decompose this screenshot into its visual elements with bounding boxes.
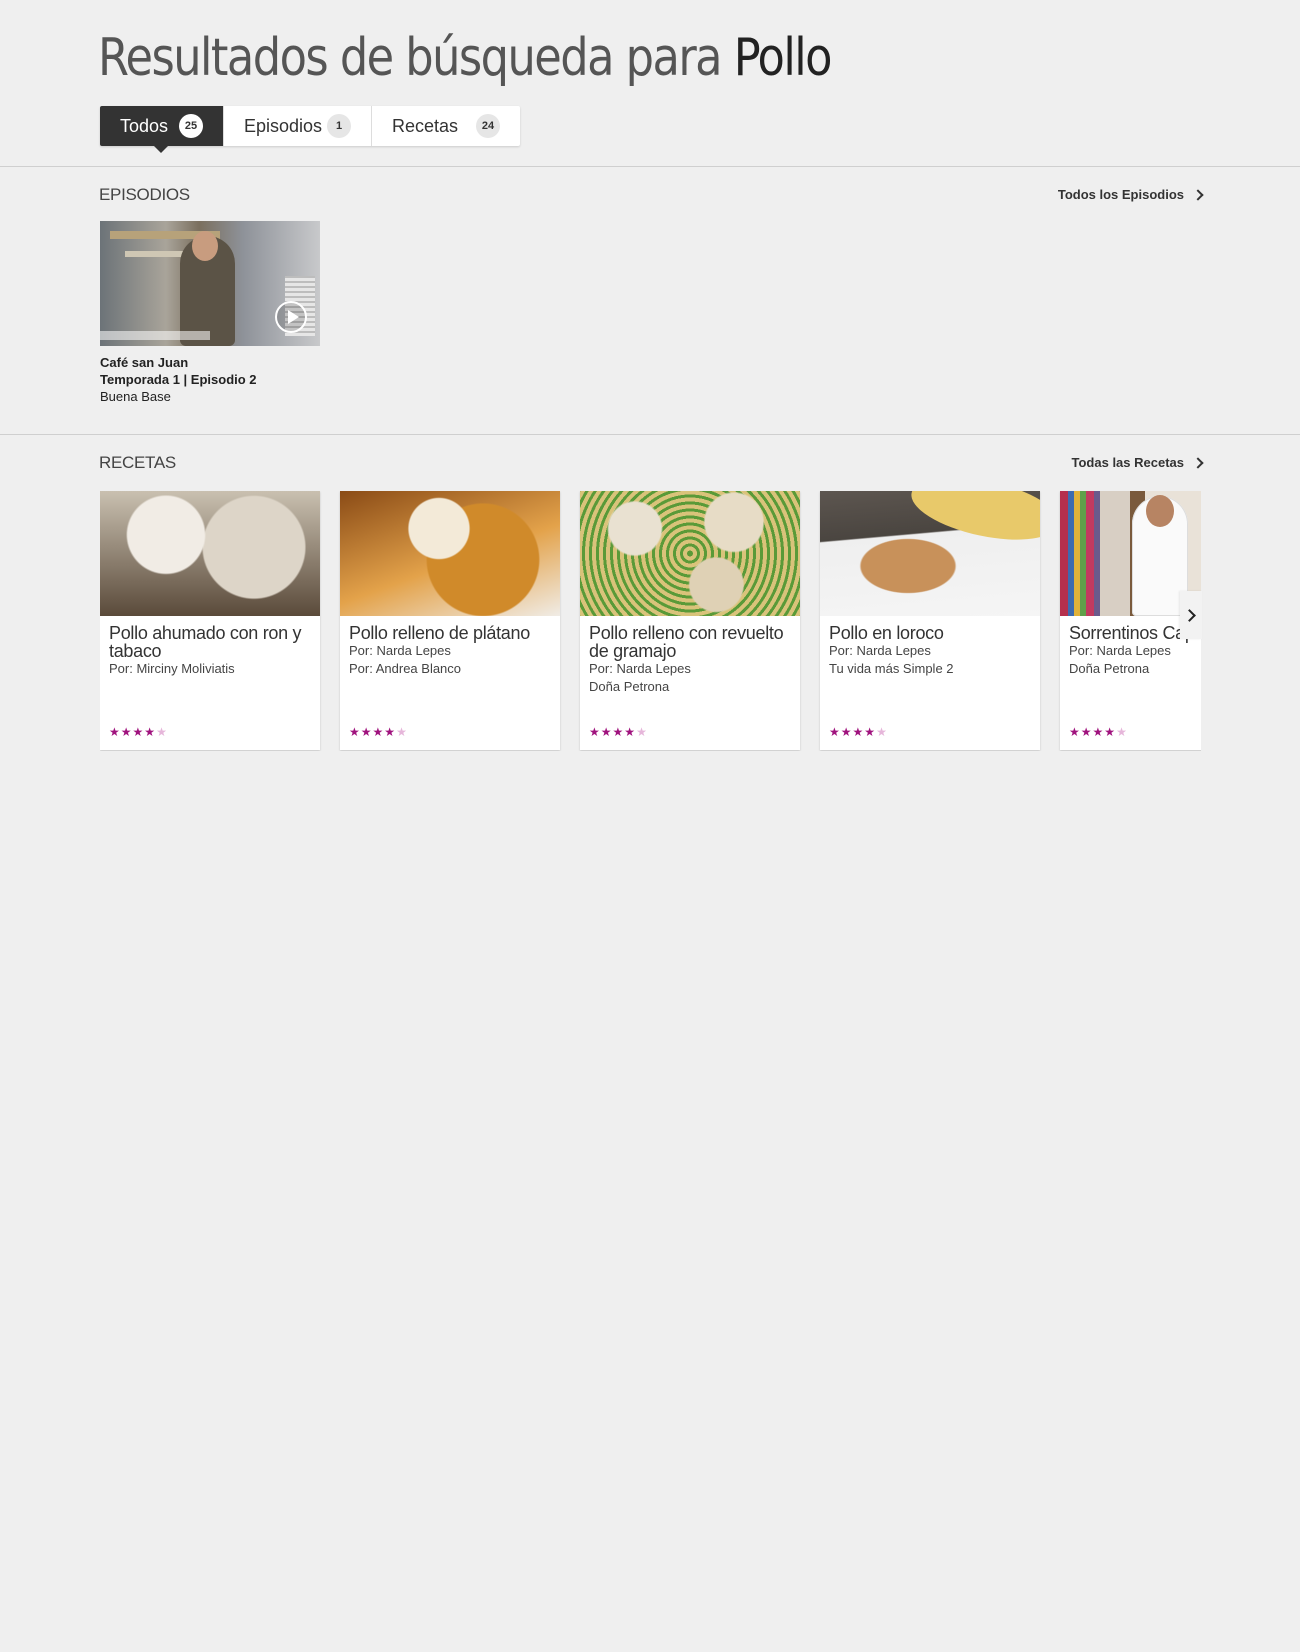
recipe-card[interactable]: Pollo ahumado con ron y tabaco Por: Mirc… — [100, 491, 320, 750]
star-rating: ★ ★ ★ ★ ★ — [1069, 726, 1127, 738]
recipe-author: Por: Narda Lepes — [349, 643, 451, 658]
recipe-author: Por: Narda Lepes — [829, 643, 931, 658]
star-icon: ★ — [372, 725, 384, 739]
star-icon: ★ — [636, 725, 647, 739]
section-divider — [0, 434, 1300, 435]
episode-subtitle: Temporada 1 | Episodio 2 — [100, 372, 257, 387]
header-divider — [0, 166, 1300, 167]
all-episodes-label: Todos los Episodios — [1057, 187, 1184, 202]
star-icon: ★ — [829, 725, 840, 739]
star-icon: ★ — [876, 725, 887, 739]
star-icon: ★ — [1069, 725, 1080, 739]
star-rating: ★ ★ ★ ★ ★ — [589, 726, 647, 738]
recipe-title: Pollo en loroco — [829, 623, 944, 643]
tab-episodios[interactable]: Episodios 1 — [224, 106, 372, 146]
page-title-prefix: Resultados de búsqueda para — [98, 28, 734, 88]
episode-thumbnail — [100, 221, 320, 346]
carousel-next-button[interactable] — [1180, 591, 1202, 639]
all-recipes-label: Todas las Recetas — [1071, 455, 1184, 470]
star-rating: ★ ★ ★ ★ ★ — [349, 726, 407, 738]
chevron-right-icon — [1182, 608, 1196, 622]
recipe-author: Por: Mirciny Moliviatis — [109, 661, 235, 676]
star-icon: ★ — [1092, 725, 1104, 739]
recipe-show: Por: Andrea Blanco — [349, 661, 462, 676]
play-icon[interactable] — [275, 301, 307, 333]
star-icon: ★ — [120, 725, 132, 739]
star-rating: ★ ★ ★ ★ ★ — [109, 726, 167, 738]
star-icon: ★ — [384, 725, 396, 739]
episodes-section-title: EPISODIOS — [99, 185, 190, 204]
star-icon: ★ — [600, 725, 612, 739]
star-icon: ★ — [109, 725, 120, 739]
star-icon: ★ — [132, 725, 144, 739]
episode-card[interactable]: Café san Juan Temporada 1 | Episodio 2 B… — [100, 221, 320, 405]
all-episodes-link[interactable]: Todos los Episodios — [1057, 187, 1204, 202]
recipe-show: Doña Petrona — [1069, 661, 1150, 676]
recipe-show: Doña Petrona — [589, 679, 670, 694]
star-icon: ★ — [360, 725, 372, 739]
star-icon: ★ — [156, 725, 167, 739]
chevron-right-icon — [1192, 456, 1204, 469]
star-icon: ★ — [1104, 725, 1116, 739]
recipe-author: Por: Narda Lepes — [589, 661, 691, 676]
recipe-card[interactable]: Pollo en loroco Por: Narda Lepes Tu vida… — [820, 491, 1040, 750]
tab-recetas[interactable]: Recetas 24 — [372, 106, 520, 146]
chevron-right-icon — [1192, 188, 1204, 201]
recipe-title: Pollo relleno con revuelto de gramajo — [589, 623, 784, 661]
episode-show: Buena Base — [100, 389, 171, 404]
tab-todos[interactable]: Todos 25 — [100, 106, 224, 153]
recipe-image — [820, 491, 1040, 616]
tab-label: Episodios — [244, 115, 323, 136]
star-icon: ★ — [144, 725, 156, 739]
recipe-image — [100, 491, 320, 616]
star-icon: ★ — [840, 725, 852, 739]
recipe-card[interactable]: Pollo relleno de plátano Por: Narda Lepe… — [340, 491, 560, 750]
tab-label: Todos — [120, 115, 169, 136]
recipe-image — [580, 491, 800, 616]
page-title: Resultados de búsqueda para Pollo — [98, 28, 833, 88]
star-icon: ★ — [1080, 725, 1092, 739]
star-icon: ★ — [852, 725, 864, 739]
star-icon: ★ — [396, 725, 407, 739]
star-icon: ★ — [864, 725, 876, 739]
star-icon: ★ — [589, 725, 600, 739]
tab-count-badge: 24 — [476, 114, 500, 138]
search-query: Pollo — [733, 28, 833, 88]
all-recipes-link[interactable]: Todas las Recetas — [1071, 455, 1204, 470]
star-icon: ★ — [349, 725, 360, 739]
tab-label: Recetas — [392, 115, 459, 136]
recipe-image — [340, 491, 560, 616]
result-tabs: Todos 25 Episodios 1 Recetas 24 — [100, 106, 520, 153]
recipe-show: Tu vida más Simple 2 — [829, 661, 954, 676]
recipes-carousel: Pollo ahumado con ron y tabaco Por: Mirc… — [100, 491, 1201, 751]
star-icon: ★ — [624, 725, 636, 739]
star-rating: ★ ★ ★ ★ ★ — [829, 726, 887, 738]
recipe-author: Por: Narda Lepes — [1069, 643, 1171, 658]
recipes-section-title: RECETAS — [99, 453, 176, 472]
star-icon: ★ — [612, 725, 624, 739]
recipe-title: Pollo relleno de plátano — [349, 623, 530, 643]
episode-title: Café san Juan — [100, 355, 189, 370]
star-icon: ★ — [1116, 725, 1127, 739]
recipe-card[interactable]: Pollo relleno con revuelto de gramajo Po… — [580, 491, 800, 750]
tab-count-badge: 1 — [327, 114, 351, 138]
tab-count-badge: 25 — [179, 114, 203, 138]
recipe-title: Pollo ahumado con ron y tabaco — [109, 623, 302, 661]
